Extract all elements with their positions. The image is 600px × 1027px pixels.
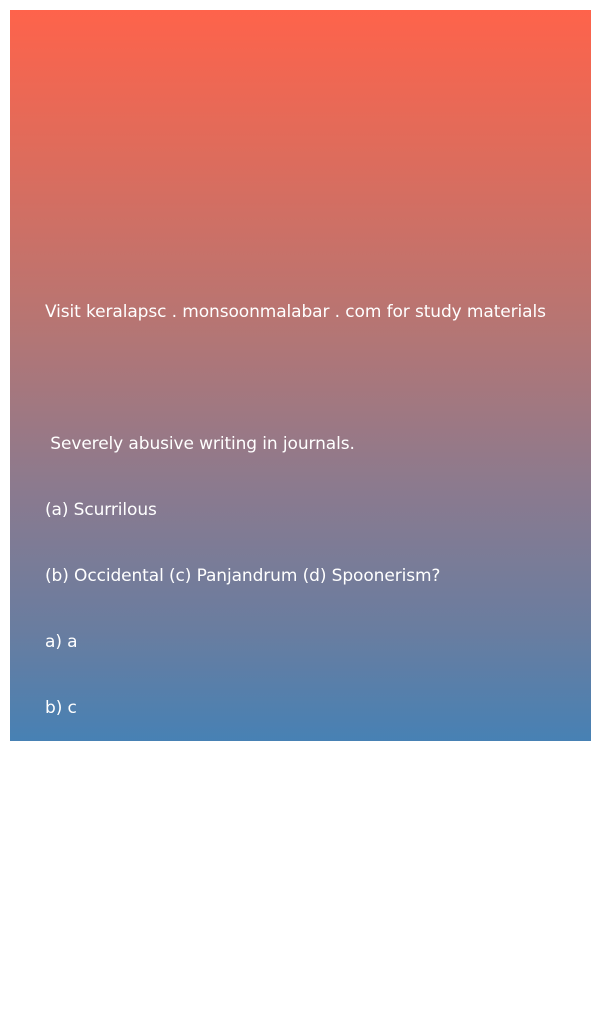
choice-b: b) c (45, 698, 77, 718)
answer-text: Answer: a (45, 962, 128, 982)
visit-line: Visit keralapsc . monsoonmalabar . com f… (45, 302, 546, 322)
question-content: Visit keralapsc . monsoonmalabar . com f… (45, 257, 585, 1027)
question-card: Visit keralapsc . monsoonmalabar . com f… (10, 10, 591, 982)
choice-c: c) b (45, 764, 77, 784)
option-line-2: (b) Occidental (c) Panjandrum (d) Spoone… (45, 566, 441, 586)
choice-a: a) a (45, 632, 78, 652)
question-text: Severely abusive writing in journals. (45, 434, 355, 454)
choice-d: d) d (45, 830, 79, 850)
option-line-1: (a) Scurrilous (45, 500, 157, 520)
